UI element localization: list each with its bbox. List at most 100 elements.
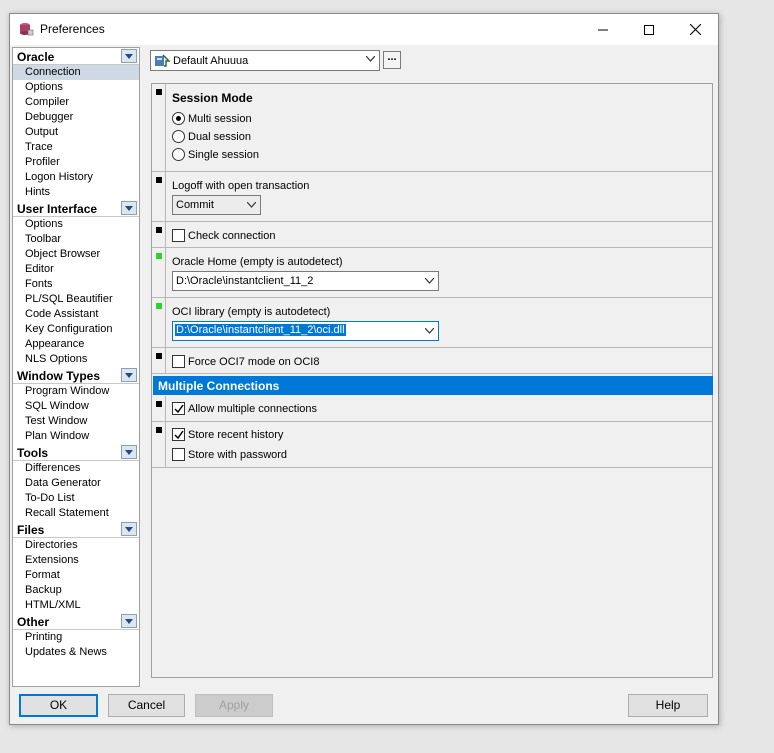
session-mode-title: Session Mode: [172, 91, 253, 105]
oci-library-section: OCI library (empty is autodetect) D:\Ora…: [152, 298, 712, 348]
sidebar-item-toolbar[interactable]: Toolbar: [13, 232, 139, 247]
multi-session-radio[interactable]: [172, 112, 185, 125]
sidebar-item-plan-window[interactable]: Plan Window: [13, 429, 139, 444]
oracle-home-value: D:\Oracle\instantclient_11_2: [176, 275, 314, 287]
sidebar-item-output[interactable]: Output: [13, 125, 139, 140]
sidebar-item-plsql-beautifier[interactable]: PL/SQL Beautifier: [13, 292, 139, 307]
app-database-icon: [18, 21, 34, 37]
sidebar-item-html-xml[interactable]: HTML/XML: [13, 598, 139, 613]
sidebar-item-printing[interactable]: Printing: [13, 630, 139, 645]
sidebar-item-ui-options[interactable]: Options: [13, 217, 139, 232]
collapse-button[interactable]: [121, 614, 137, 628]
minimize-button[interactable]: [580, 14, 626, 45]
sidebar-item-backup[interactable]: Backup: [13, 583, 139, 598]
oci-library-select[interactable]: D:\Oracle\instantclient_11_2\oci.dll: [172, 321, 439, 341]
sidebar-item-todo-list[interactable]: To-Do List: [13, 491, 139, 506]
store-password-label[interactable]: Store with password: [188, 449, 287, 461]
default-marker: [156, 177, 162, 183]
sidebar-item-code-assistant[interactable]: Code Assistant: [13, 307, 139, 322]
allow-multiple-label[interactable]: Allow multiple connections: [188, 403, 317, 415]
title-bar[interactable]: Preferences: [10, 14, 718, 45]
sidebar-item-data-generator[interactable]: Data Generator: [13, 476, 139, 491]
preferences-window: Preferences Oracle Connection Options Co…: [9, 13, 719, 725]
force-oci7-label[interactable]: Force OCI7 mode on OCI8: [188, 356, 319, 368]
category-files[interactable]: Files: [13, 521, 139, 538]
oracle-home-select[interactable]: D:\Oracle\instantclient_11_2: [172, 271, 439, 291]
category-tools[interactable]: Tools: [13, 444, 139, 461]
oracle-home-label: Oracle Home (empty is autodetect): [172, 256, 343, 268]
dual-session-radio[interactable]: [172, 130, 185, 143]
sidebar-item-options[interactable]: Options: [13, 80, 139, 95]
chevron-down-icon: [125, 372, 133, 378]
single-session-radio[interactable]: [172, 148, 185, 161]
sidebar-item-nls-options[interactable]: NLS Options: [13, 352, 139, 367]
cancel-button[interactable]: Cancel: [108, 694, 185, 717]
chevron-down-icon: [425, 328, 434, 334]
chevron-down-icon: [366, 56, 375, 62]
sidebar-item-editor[interactable]: Editor: [13, 262, 139, 277]
collapse-button[interactable]: [121, 368, 137, 382]
check-connection-label[interactable]: Check connection: [188, 230, 275, 242]
sidebar-item-object-browser[interactable]: Object Browser: [13, 247, 139, 262]
category-other[interactable]: Other: [13, 613, 139, 630]
force-oci7-checkbox[interactable]: [172, 355, 185, 368]
connection-profile-icon: [154, 53, 171, 71]
sidebar-item-differences[interactable]: Differences: [13, 461, 139, 476]
sidebar-item-test-window[interactable]: Test Window: [13, 414, 139, 429]
store-password-checkbox[interactable]: [172, 448, 185, 461]
modified-marker: [156, 253, 162, 259]
sidebar-item-sql-window[interactable]: SQL Window: [13, 399, 139, 414]
apply-button[interactable]: Apply: [195, 694, 273, 717]
sidebar-item-directories[interactable]: Directories: [13, 538, 139, 553]
maximize-button[interactable]: [626, 14, 672, 45]
check-connection-checkbox[interactable]: [172, 229, 185, 242]
sidebar-item-debugger[interactable]: Debugger: [13, 110, 139, 125]
sidebar-item-compiler[interactable]: Compiler: [13, 95, 139, 110]
sidebar-item-updates-news[interactable]: Updates & News: [13, 645, 139, 660]
default-marker: [156, 401, 162, 407]
sidebar-item-trace[interactable]: Trace: [13, 140, 139, 155]
sidebar-item-fonts[interactable]: Fonts: [13, 277, 139, 292]
chevron-down-icon: [125, 53, 133, 59]
sidebar-item-connection[interactable]: Connection: [13, 65, 139, 80]
close-button[interactable]: [672, 14, 718, 45]
profile-select[interactable]: Default Ahuuua: [150, 50, 380, 71]
sidebar-item-logon-history[interactable]: Logon History: [13, 170, 139, 185]
allow-multiple-checkbox[interactable]: [172, 402, 185, 415]
dual-session-label[interactable]: Dual session: [188, 131, 251, 143]
category-label: Tools: [17, 446, 49, 460]
store-history-label[interactable]: Store recent history: [188, 429, 283, 441]
collapse-button[interactable]: [121, 201, 137, 215]
category-label: User Interface: [17, 202, 98, 216]
single-session-label[interactable]: Single session: [188, 149, 259, 161]
help-button[interactable]: Help: [628, 694, 708, 717]
sidebar-item-program-window[interactable]: Program Window: [13, 384, 139, 399]
category-user-interface[interactable]: User Interface: [13, 200, 139, 217]
category-window-types[interactable]: Window Types: [13, 367, 139, 384]
store-history-checkbox[interactable]: [172, 428, 185, 441]
collapse-button[interactable]: [121, 445, 137, 459]
checkmark-icon: [174, 430, 184, 440]
check-connection-section: Check connection: [152, 222, 712, 248]
oci-library-label: OCI library (empty is autodetect): [172, 306, 331, 318]
multi-session-label[interactable]: Multi session: [188, 113, 252, 125]
sidebar-item-extensions[interactable]: Extensions: [13, 553, 139, 568]
sidebar-item-profiler[interactable]: Profiler: [13, 155, 139, 170]
default-marker: [156, 353, 162, 359]
sidebar-item-key-configuration[interactable]: Key Configuration: [13, 322, 139, 337]
category-oracle[interactable]: Oracle: [13, 48, 139, 65]
profile-more-button[interactable]: ...: [383, 51, 401, 69]
sidebar-item-appearance[interactable]: Appearance: [13, 337, 139, 352]
sidebar-item-hints[interactable]: Hints: [13, 185, 139, 200]
logoff-select[interactable]: Commit: [172, 195, 261, 215]
sidebar-item-format[interactable]: Format: [13, 568, 139, 583]
window-title: Preferences: [40, 22, 105, 36]
category-label: Files: [17, 523, 45, 537]
collapse-button[interactable]: [121, 49, 137, 63]
sidebar-item-recall-statement[interactable]: Recall Statement: [13, 506, 139, 521]
logoff-section: Logoff with open transaction Commit: [152, 172, 712, 222]
collapse-button[interactable]: [121, 522, 137, 536]
ok-button[interactable]: OK: [19, 694, 98, 717]
category-label: Oracle: [17, 50, 55, 64]
connection-settings-panel: Session Mode Multi session Dual session …: [151, 83, 713, 678]
